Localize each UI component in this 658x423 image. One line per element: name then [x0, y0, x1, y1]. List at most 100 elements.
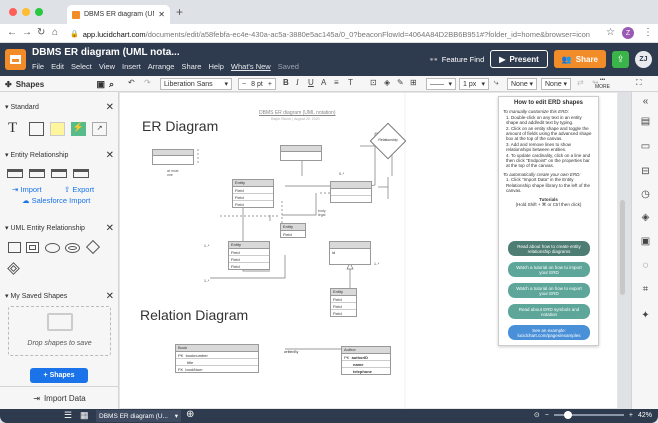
menu-view[interactable]: View: [99, 62, 115, 71]
reload-icon[interactable]: ↻: [37, 27, 45, 38]
whats-new-link[interactable]: What's New: [231, 62, 271, 71]
standard-section-header[interactable]: ▾ Standard ✕: [0, 100, 119, 114]
more-button[interactable]: ••• MORE: [595, 77, 610, 91]
redo-icon[interactable]: ↷: [144, 78, 151, 87]
search-icon[interactable]: ⌕: [109, 79, 114, 90]
arrow-end-select[interactable]: None ▾: [541, 78, 571, 90]
swap-arrows-icon[interactable]: ⇄: [577, 78, 584, 87]
tutorial-button-erd-symbols[interactable]: Read about ERD symbols and notation: [508, 304, 590, 319]
tutorial-button-export-erd[interactable]: Watch a tutorial on how to export your E…: [508, 283, 590, 298]
arrow-start-select[interactable]: None ▾: [507, 78, 537, 90]
entity-shape-icon[interactable]: [73, 169, 89, 178]
add-page-icon[interactable]: ⊕: [186, 409, 194, 420]
entity-shape[interactable]: [152, 149, 194, 165]
uml-class-shape-icon[interactable]: [8, 242, 21, 253]
fullscreen-icon[interactable]: ⛶: [636, 78, 642, 88]
comments-icon[interactable]: ▭: [639, 141, 652, 152]
menu-edit[interactable]: Edit: [51, 62, 64, 71]
minimize-window-icon[interactable]: [22, 8, 30, 16]
uml-double-rect-icon[interactable]: [26, 242, 39, 253]
entity-shape-icon[interactable]: [7, 169, 23, 178]
entity-shape[interactable]: Entity Field Field Field: [228, 241, 270, 270]
menu-help[interactable]: Help: [208, 62, 223, 71]
profile-avatar[interactable]: Z: [622, 27, 634, 39]
zoom-out-icon[interactable]: −: [545, 412, 549, 419]
zoom-slider[interactable]: [553, 411, 624, 419]
undo-icon[interactable]: ↶: [128, 78, 135, 87]
line-color-icon[interactable]: ✎: [397, 78, 404, 87]
browser-tab[interactable]: DBMS ER diagram (UML notat... ✕: [67, 5, 170, 24]
menu-file[interactable]: File: [32, 62, 44, 71]
add-shapes-button[interactable]: + Shapes: [30, 368, 88, 383]
image-fill-icon[interactable]: ⊞: [410, 78, 417, 87]
menu-arrange[interactable]: Arrange: [148, 62, 175, 71]
fill-color-icon[interactable]: ◈: [384, 78, 390, 87]
zoom-slider-handle[interactable]: [563, 411, 572, 419]
maximize-window-icon[interactable]: [35, 8, 43, 16]
chevron-down-icon[interactable]: ▾: [175, 412, 178, 420]
entity-shape-icon[interactable]: [29, 169, 45, 178]
shape-style-icon[interactable]: ⊡: [370, 78, 377, 87]
close-icon[interactable]: ✕: [106, 102, 114, 113]
italic-icon[interactable]: I: [296, 78, 299, 87]
zoom-level[interactable]: 42%: [638, 412, 652, 419]
navigation-icon[interactable]: ⊙: [534, 411, 540, 419]
entity-shape[interactable]: [330, 181, 372, 203]
home-icon[interactable]: ⌂: [52, 27, 58, 38]
entity-shape[interactable]: id: [329, 241, 371, 265]
saved-shapes-dropzone[interactable]: Drop shapes to save: [8, 306, 111, 356]
double-diamond-icon[interactable]: [7, 262, 20, 275]
new-tab-icon[interactable]: +: [176, 5, 183, 19]
format-icon[interactable]: ⌗: [639, 284, 652, 295]
font-select[interactable]: Liberation Sans ▾: [160, 78, 232, 90]
import-data-button[interactable]: ⇥ Import Data: [0, 386, 119, 409]
bold-icon[interactable]: B: [283, 78, 289, 87]
user-avatar[interactable]: ZJ: [635, 50, 652, 68]
entity-shape[interactable]: Entity Field Field Field: [330, 288, 357, 317]
share-button[interactable]: 👥 Share: [553, 50, 606, 68]
bookmark-star-icon[interactable]: ☆: [606, 27, 615, 38]
text-options-icon[interactable]: T: [348, 78, 353, 87]
line-shape-icon[interactable]: ⤷: [494, 78, 498, 88]
magic-wand-icon[interactable]: ✦: [639, 310, 652, 321]
font-size-stepper[interactable]: −8 pt +: [238, 78, 276, 90]
tutorial-button-import-erd[interactable]: Watch a tutorial on how to import your E…: [508, 262, 590, 277]
close-tab-icon[interactable]: ✕: [158, 10, 165, 19]
diagram-subcaption[interactable]: Ralph Stoner | August 20, 2020: [271, 117, 320, 121]
presentation-icon[interactable]: ⊟: [639, 166, 652, 177]
document-title[interactable]: DBMS ER diagram (UML nota...: [32, 47, 180, 58]
text-color-icon[interactable]: A: [321, 78, 326, 87]
page-properties-icon[interactable]: ▤: [639, 116, 652, 127]
menu-insert[interactable]: Insert: [122, 62, 141, 71]
browser-menu-icon[interactable]: ⋮: [643, 27, 653, 38]
diamond-shape-icon[interactable]: [85, 239, 101, 255]
line-style-select[interactable]: —— ▾: [426, 78, 456, 90]
collapse-panel-icon[interactable]: «: [639, 96, 652, 107]
rectangle-shape-icon[interactable]: [29, 122, 44, 136]
url-field[interactable]: 🔒 app.lucidchart.com/documents/edit/a58f…: [70, 27, 595, 41]
double-ellipse-icon[interactable]: [65, 243, 80, 253]
ellipse-shape-icon[interactable]: [45, 243, 60, 253]
close-window-icon[interactable]: [9, 8, 17, 16]
feature-find-button[interactable]: 👓 Feature Find: [429, 55, 484, 64]
diagram-caption[interactable]: DBMS ER diagram (UML notation): [259, 110, 336, 116]
sticky-note-icon[interactable]: [50, 122, 65, 136]
layers-icon[interactable]: ◈: [639, 212, 652, 223]
history-icon[interactable]: ◷: [639, 189, 652, 200]
vertical-scrollbar[interactable]: [620, 200, 625, 295]
close-icon[interactable]: ✕: [106, 291, 114, 302]
close-icon[interactable]: ✕: [106, 223, 114, 234]
menu-select[interactable]: Select: [71, 62, 92, 71]
entity-relationship-section-header[interactable]: ▾ Entity Relationship ✕: [0, 148, 119, 162]
action-shape-icon[interactable]: ⚡: [71, 122, 86, 136]
lucidchart-logo-icon[interactable]: [5, 49, 26, 70]
import-button[interactable]: ⇥ Import: [12, 185, 42, 194]
salesforce-import-button[interactable]: ☁ Salesforce Import: [22, 196, 90, 205]
my-saved-shapes-section-header[interactable]: ▾ My Saved Shapes ✕: [0, 289, 119, 303]
entity-shape[interactable]: [280, 145, 322, 161]
entity-shape[interactable]: Entity Field: [280, 223, 306, 238]
image-icon[interactable]: ▣: [96, 79, 105, 90]
annotation-text[interactable]: body legal: [318, 209, 326, 217]
uml-er-section-header[interactable]: ▾ UML Entity Relationship ✕: [0, 221, 119, 235]
grid-view-icon[interactable]: ▦: [80, 410, 89, 421]
